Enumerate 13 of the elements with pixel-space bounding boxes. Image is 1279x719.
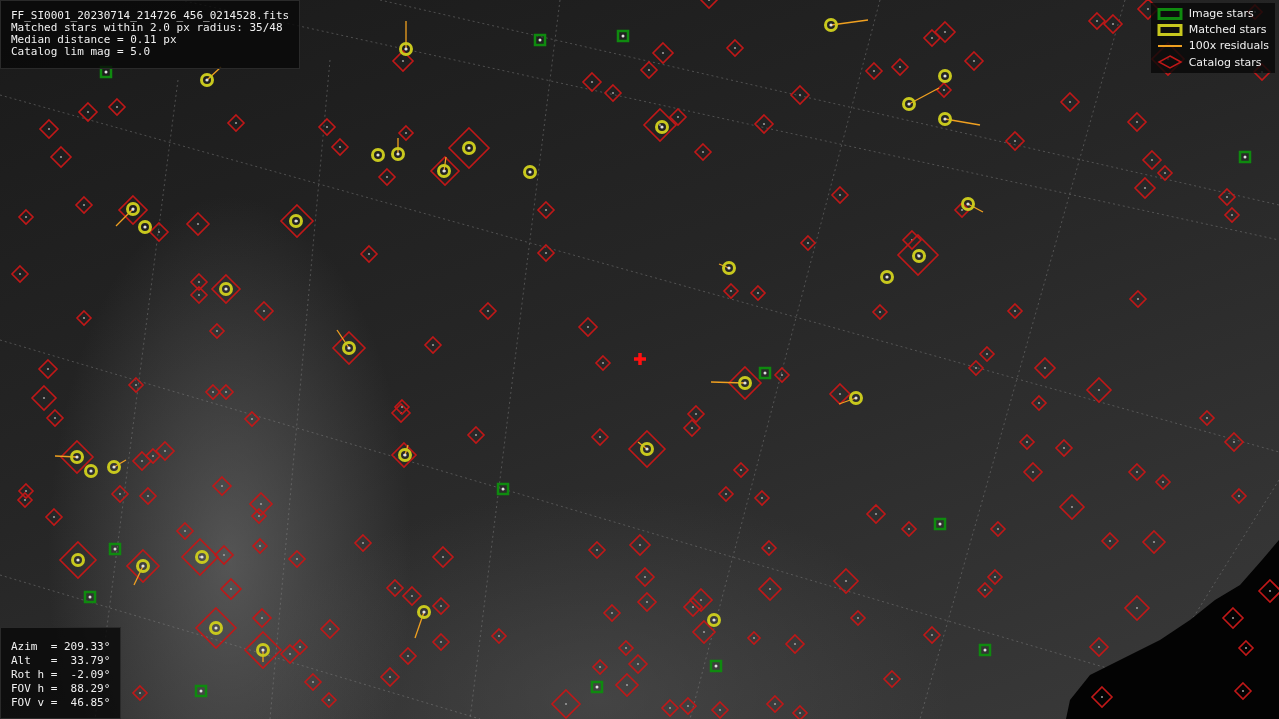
pointing-text: Rot h = -2.09°	[11, 668, 111, 682]
pointing-text: Azim = 209.33°	[11, 640, 111, 654]
pointing-text: Alt = 33.79°	[11, 654, 111, 668]
info-text: Matched stars within 2.0 px radius: 35/48	[11, 22, 283, 34]
legend-label: 100x residuals	[1188, 39, 1269, 52]
info-text: Median distance = 0.11 px	[11, 34, 178, 46]
legend-label: Image stars	[1188, 7, 1255, 20]
legend-label: Catalog stars	[1188, 55, 1263, 69]
info-text: FF_SI0001_20230714_214726_456_0214528.fits	[11, 10, 290, 22]
info-text: Catalog lim mag = 5.0	[11, 46, 152, 58]
pointing-text: FOV h = 88.29°	[11, 682, 111, 696]
legend-label: Matched stars	[1188, 23, 1268, 36]
pointing-text: FOV v = 46.85°	[11, 696, 111, 710]
